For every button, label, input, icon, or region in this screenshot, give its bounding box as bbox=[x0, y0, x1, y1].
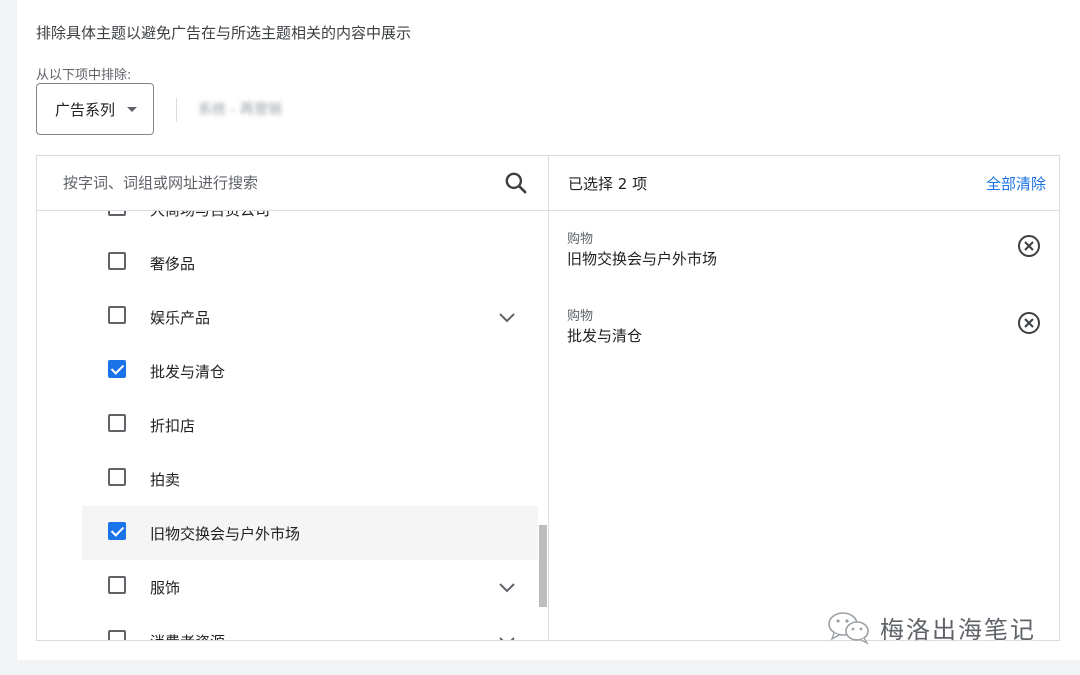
watermark-text: 梅洛出海笔记 bbox=[880, 615, 1036, 644]
checkbox[interactable] bbox=[108, 414, 126, 432]
topic-label: 大商场与百货公司 bbox=[150, 211, 270, 220]
checkbox[interactable] bbox=[108, 306, 126, 324]
selected-topics-panel: 已选择 2 项 全部清除 购物 旧物交换会与户外市场 购物 批发与清仓 bbox=[549, 156, 1059, 640]
checkbox[interactable] bbox=[108, 522, 126, 540]
chevron-down-icon[interactable] bbox=[497, 307, 517, 327]
topic-browser: 大商场与百货公司 奢侈品 娱乐产品 批发与清仓 折扣店 bbox=[37, 156, 549, 640]
checkbox[interactable] bbox=[108, 360, 126, 378]
checkbox[interactable] bbox=[108, 576, 126, 594]
selected-item: 购物 旧物交换会与户外市场 bbox=[549, 228, 1059, 288]
dropdown-arrow-icon bbox=[127, 107, 137, 112]
topic-label: 拍卖 bbox=[150, 471, 181, 489]
exclude-from-label: 从以下项中排除: bbox=[36, 68, 132, 83]
selected-item-category: 购物 bbox=[567, 232, 594, 247]
search-icon[interactable] bbox=[503, 170, 529, 196]
list-item[interactable]: 折扣店 bbox=[82, 398, 538, 452]
topic-label: 服饰 bbox=[150, 579, 181, 597]
checkbox[interactable] bbox=[108, 630, 126, 640]
list-item[interactable]: 拍卖 bbox=[82, 452, 538, 506]
list-item[interactable]: 消费者资源 bbox=[82, 614, 538, 640]
list-item[interactable]: 娱乐产品 bbox=[82, 290, 538, 344]
topic-label: 折扣店 bbox=[150, 417, 196, 435]
remove-icon[interactable] bbox=[1017, 311, 1041, 335]
campaign-name: 系统 - 再营销 bbox=[198, 102, 282, 118]
watermark: 梅洛出海笔记 bbox=[826, 608, 1036, 646]
chevron-down-icon[interactable] bbox=[497, 577, 517, 597]
selected-count: 已选择 2 项 bbox=[568, 175, 648, 193]
selected-item-name: 批发与清仓 bbox=[567, 327, 643, 345]
list-item[interactable]: 奢侈品 bbox=[82, 236, 538, 290]
remove-icon[interactable] bbox=[1017, 234, 1041, 258]
scrollbar-thumb[interactable] bbox=[539, 525, 547, 607]
topic-list: 大商场与百货公司 奢侈品 娱乐产品 批发与清仓 折扣店 bbox=[37, 211, 548, 640]
topic-label: 奢侈品 bbox=[150, 255, 196, 273]
topic-label: 消费者资源 bbox=[150, 631, 225, 640]
checkbox[interactable] bbox=[108, 211, 126, 216]
selected-header: 已选择 2 项 全部清除 bbox=[549, 156, 1059, 211]
search-bar bbox=[37, 156, 548, 211]
checkbox[interactable] bbox=[108, 252, 126, 270]
wechat-logo-icon bbox=[828, 612, 869, 645]
list-item[interactable]: 批发与清仓 bbox=[82, 344, 538, 398]
checkbox[interactable] bbox=[108, 468, 126, 486]
search-input[interactable] bbox=[63, 172, 493, 194]
selected-item: 购物 批发与清仓 bbox=[549, 305, 1059, 365]
selected-item-category: 购物 bbox=[567, 309, 594, 324]
topic-picker: 大商场与百货公司 奢侈品 娱乐产品 批发与清仓 折扣店 bbox=[36, 155, 1060, 641]
list-item[interactable]: 服饰 bbox=[82, 560, 538, 614]
list-item[interactable]: 旧物交换会与户外市场 bbox=[82, 506, 538, 560]
selected-item-name: 旧物交换会与户外市场 bbox=[567, 250, 718, 268]
clear-all-link[interactable]: 全部清除 bbox=[986, 173, 1046, 194]
topic-label: 娱乐产品 bbox=[150, 309, 211, 327]
level-dropdown[interactable]: 广告系列 bbox=[36, 83, 154, 135]
topic-label: 旧物交换会与户外市场 bbox=[150, 525, 301, 543]
topic-label: 批发与清仓 bbox=[150, 363, 226, 381]
exclusion-description: 排除具体主题以避免广告在与所选主题相关的内容中展示 bbox=[36, 24, 412, 42]
list-item[interactable]: 大商场与百货公司 bbox=[82, 211, 538, 236]
chevron-down-icon[interactable] bbox=[497, 631, 517, 640]
level-dropdown-value: 广告系列 bbox=[55, 100, 116, 119]
divider bbox=[176, 98, 177, 122]
